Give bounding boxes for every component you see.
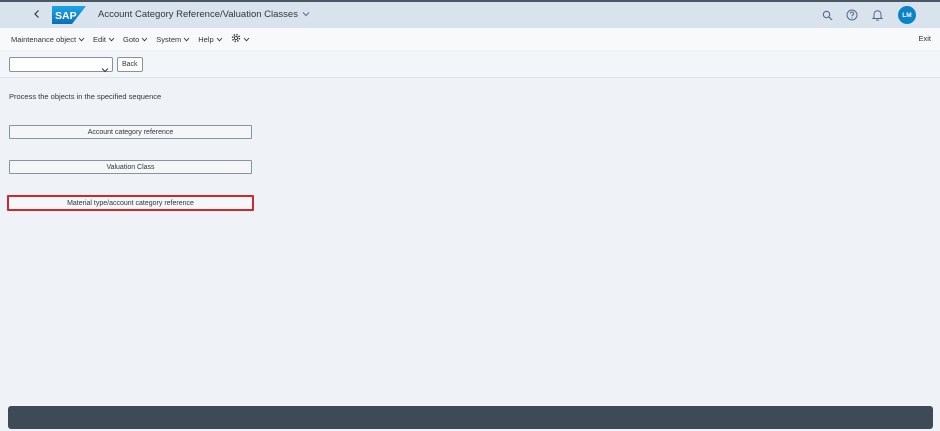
command-field[interactable] — [9, 57, 113, 73]
menu-system[interactable]: System — [156, 35, 190, 44]
exit-button[interactable]: Exit — [918, 34, 931, 43]
search-icon[interactable] — [819, 7, 835, 23]
chevron-down-icon — [302, 9, 310, 20]
help-icon[interactable] — [844, 7, 860, 23]
menu-bar: Maintenance object Edit Goto System Help… — [0, 28, 940, 50]
menu-settings[interactable] — [231, 33, 250, 45]
chevron-down-icon — [141, 35, 148, 44]
material-type-account-category-reference-button[interactable]: Material type/account category reference — [7, 195, 254, 211]
app-title[interactable]: Account Category Reference/Valuation Cla… — [98, 9, 310, 20]
account-category-reference-button[interactable]: Account category reference — [9, 125, 252, 139]
user-avatar[interactable]: LM — [898, 6, 916, 24]
menu-edit[interactable]: Edit — [93, 35, 115, 44]
instruction-text: Process the objects in the specified seq… — [9, 92, 162, 101]
back-navigation-icon[interactable] — [28, 5, 46, 23]
menu-help[interactable]: Help — [198, 35, 223, 44]
gear-icon — [231, 33, 241, 45]
shell-header: SAP Account Category Reference/Valuation… — [0, 0, 940, 28]
app-title-text: Account Category Reference/Valuation Cla… — [98, 9, 298, 20]
back-button[interactable]: Back — [117, 57, 143, 72]
sap-logo[interactable]: SAP — [52, 6, 86, 24]
notifications-bell-icon[interactable] — [869, 7, 885, 23]
status-bar — [8, 406, 933, 429]
menu-goto[interactable]: Goto — [123, 35, 148, 44]
chevron-down-icon — [183, 35, 190, 44]
chevron-down-icon — [78, 35, 85, 44]
toolbar: Back — [0, 52, 940, 78]
chevron-down-icon[interactable] — [101, 60, 109, 78]
chevron-down-icon — [243, 35, 250, 44]
chevron-down-icon — [108, 35, 115, 44]
menu-maintenance-object[interactable]: Maintenance object — [11, 35, 85, 44]
svg-text:SAP: SAP — [55, 10, 77, 22]
valuation-class-button[interactable]: Valuation Class — [9, 160, 252, 174]
chevron-down-icon — [216, 35, 223, 44]
